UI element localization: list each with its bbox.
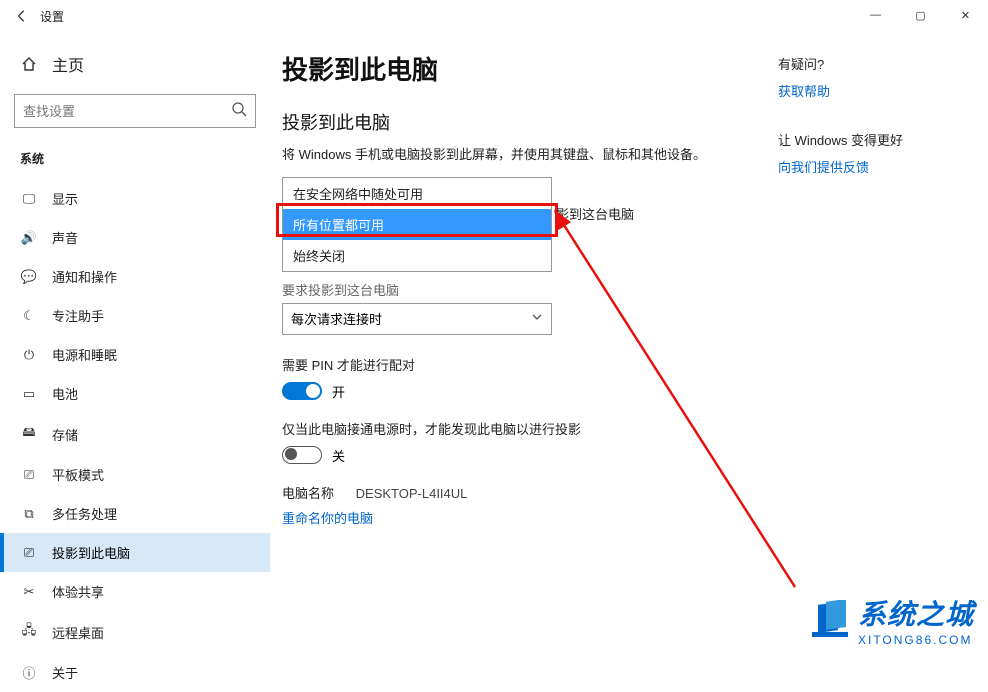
sidebar-icon: 🖧 <box>20 621 38 643</box>
sidebar-icon: ⎚ <box>20 467 38 483</box>
sidebar-label: 电源和睡眠 <box>52 345 117 364</box>
pcname-label: 电脑名称 <box>282 486 334 501</box>
sidebar-home[interactable]: 主页 <box>0 44 270 88</box>
sidebar-icon: ☾ <box>20 308 38 324</box>
sidebar: 主页 系统 🖵 显示 🔊 声音 💬 通知和操作 ☾ 专注助手 ⏻ 电源和睡眠 ▭ 电池 🖴 存储 ⎚ 平板模式… <box>0 32 270 665</box>
sidebar-icon: ⧉ <box>20 506 38 522</box>
get-help-link[interactable]: 获取帮助 <box>778 81 958 100</box>
sidebar-label: 专注助手 <box>52 306 104 325</box>
sidebar-item-10[interactable]: ✂ 体验共享 <box>0 572 270 611</box>
pcname-value: DESKTOP-L4II4UL <box>356 486 468 501</box>
give-feedback-link[interactable]: 向我们提供反馈 <box>778 157 958 176</box>
sidebar-item-8[interactable]: ⧉ 多任务处理 <box>0 494 270 533</box>
help-title: 有疑问? <box>778 54 958 73</box>
sidebar-label: 关于 <box>52 663 78 682</box>
sidebar-icon: ✂ <box>20 584 38 600</box>
sidebar-item-2[interactable]: 💬 通知和操作 <box>0 257 270 296</box>
sidebar-label: 平板模式 <box>52 465 104 484</box>
page-h2: 投影到此电脑 <box>282 109 758 135</box>
ask-to-project-label: 要求投影到这台电脑 <box>282 280 758 299</box>
close-button[interactable]: ✕ <box>943 0 988 30</box>
maximize-button[interactable]: ▢ <box>898 0 943 30</box>
rename-pc-link[interactable]: 重命名你的电脑 <box>282 508 758 527</box>
watermark-text-1: 系统之城 <box>858 593 974 633</box>
sidebar-icon: 🖵 <box>20 191 38 207</box>
sidebar-label: 体验共享 <box>52 582 104 601</box>
sidebar-item-6[interactable]: 🖴 存储 <box>0 413 270 455</box>
dropdown-option-1[interactable]: 所有位置都可用 <box>283 209 551 240</box>
home-label: 主页 <box>52 52 84 76</box>
chevron-down-icon <box>531 311 543 326</box>
power-toggle-state: 关 <box>332 446 345 465</box>
sidebar-item-4[interactable]: ⏻ 电源和睡眠 <box>0 335 270 374</box>
page-h1: 投影到此电脑 <box>282 50 758 87</box>
back-button[interactable] <box>10 4 34 28</box>
sidebar-label: 电池 <box>52 384 78 403</box>
sidebar-item-9[interactable]: ⎚ 投影到此电脑 <box>0 533 270 572</box>
sidebar-icon: ▭ <box>20 386 38 402</box>
page-description: 将 Windows 手机或电脑投影到此屏幕，并使用其键盘、鼠标和其他设备。 <box>282 145 758 165</box>
watermark-text-2: XITONG86.COM <box>858 633 974 647</box>
pin-label: 需要 PIN 才能进行配对 <box>282 355 758 374</box>
partial-trailing-text: 影到这台电脑 <box>556 204 634 223</box>
sidebar-icon: ⓘ <box>20 663 38 682</box>
ask-to-project-select[interactable]: 每次请求连接时 <box>282 303 552 335</box>
sidebar-section-title: 系统 <box>0 146 270 179</box>
sidebar-item-12[interactable]: ⓘ 关于 <box>0 653 270 692</box>
power-label: 仅当此电脑接通电源时，才能发现此电脑以进行投影 <box>282 419 758 438</box>
watermark: 系统之城 XITONG86.COM <box>810 593 974 647</box>
search-icon <box>231 101 247 122</box>
dropdown-option-2[interactable]: 始终关闭 <box>283 240 551 271</box>
ask-to-project-value: 每次请求连接时 <box>291 309 382 328</box>
sidebar-item-0[interactable]: 🖵 显示 <box>0 179 270 218</box>
sidebar-label: 声音 <box>52 228 78 247</box>
pin-toggle[interactable] <box>282 382 322 400</box>
sidebar-label: 存储 <box>52 425 78 444</box>
search-box[interactable] <box>14 94 256 128</box>
search-input[interactable] <box>23 104 231 119</box>
watermark-logo-icon <box>810 600 850 640</box>
sidebar-label: 通知和操作 <box>52 267 117 286</box>
sidebar-icon: ⏻ <box>20 347 38 363</box>
sidebar-label: 远程桌面 <box>52 623 104 642</box>
sidebar-item-5[interactable]: ▭ 电池 <box>0 374 270 413</box>
sidebar-label: 显示 <box>52 189 78 208</box>
dropdown-option-0[interactable]: 在安全网络中随处可用 <box>283 178 551 209</box>
sidebar-label: 投影到此电脑 <box>52 543 130 562</box>
sidebar-icon: 🔊 <box>20 230 38 246</box>
sidebar-icon: 🖴 <box>20 423 38 445</box>
window-title: 设置 <box>40 8 64 25</box>
sidebar-item-1[interactable]: 🔊 声音 <box>0 218 270 257</box>
pin-toggle-state: 开 <box>332 382 345 401</box>
sidebar-item-3[interactable]: ☾ 专注助手 <box>0 296 270 335</box>
sidebar-item-7[interactable]: ⎚ 平板模式 <box>0 455 270 494</box>
availability-dropdown-open[interactable]: 在安全网络中随处可用所有位置都可用始终关闭 <box>282 177 552 272</box>
sidebar-label: 多任务处理 <box>52 504 117 523</box>
sidebar-item-11[interactable]: 🖧 远程桌面 <box>0 611 270 653</box>
sidebar-icon: ⎚ <box>20 545 38 561</box>
sidebar-icon: 💬 <box>20 269 38 285</box>
minimize-button[interactable]: — <box>853 0 898 30</box>
power-toggle[interactable] <box>282 446 322 464</box>
home-icon <box>20 56 38 72</box>
feedback-title: 让 Windows 变得更好 <box>778 130 958 149</box>
